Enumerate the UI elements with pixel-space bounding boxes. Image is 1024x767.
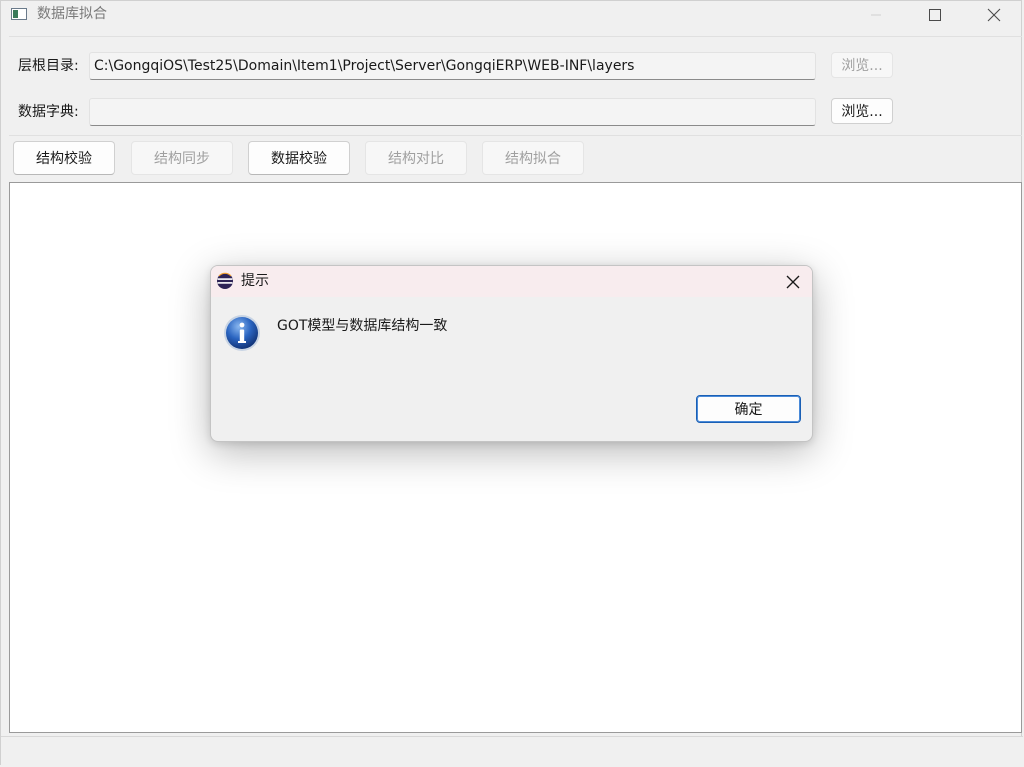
data-check-button[interactable]: 数据校验: [248, 141, 350, 175]
dialog-close-button[interactable]: [781, 270, 805, 294]
root-dir-input[interactable]: C:\GongqiOS\Test25\Domain\Item1\Project\…: [89, 52, 816, 80]
top-divider: [9, 36, 1022, 37]
structure-check-button[interactable]: 结构校验: [13, 141, 115, 175]
eclipse-icon: [217, 272, 233, 289]
minimize-icon: [871, 14, 881, 16]
root-dir-label: 层根目录:: [18, 58, 79, 74]
dict-browse-button[interactable]: 浏览...: [831, 98, 893, 124]
structure-sync-button[interactable]: 结构同步: [131, 141, 233, 175]
root-dir-browse-button[interactable]: 浏览...: [831, 52, 893, 78]
info-icon: [224, 315, 260, 351]
structure-fit-button[interactable]: 结构拟合: [482, 141, 584, 175]
toolbar-divider: [9, 135, 1022, 136]
ok-button[interactable]: 确定: [696, 395, 801, 423]
close-icon: [786, 275, 800, 289]
maximize-icon: [929, 9, 941, 21]
dict-label: 数据字典:: [18, 104, 79, 120]
status-bar: [1, 736, 1023, 766]
dialog-title: 提示: [241, 273, 269, 289]
window-title: 数据库拟合: [37, 6, 107, 22]
structure-compare-button[interactable]: 结构对比: [365, 141, 467, 175]
info-dialog: 提示 GOT模型与数据库结构一致 确定: [210, 265, 813, 442]
close-icon: [987, 8, 1001, 22]
close-button[interactable]: [971, 1, 1017, 29]
title-bar: 数据库拟合: [1, 1, 1023, 31]
dialog-title-bar: 提示: [211, 266, 812, 297]
dict-input[interactable]: [89, 98, 816, 126]
maximize-button[interactable]: [912, 1, 958, 29]
dialog-message: GOT模型与数据库结构一致: [277, 318, 448, 334]
minimize-button[interactable]: [853, 1, 899, 29]
app-window-icon: [11, 8, 27, 20]
